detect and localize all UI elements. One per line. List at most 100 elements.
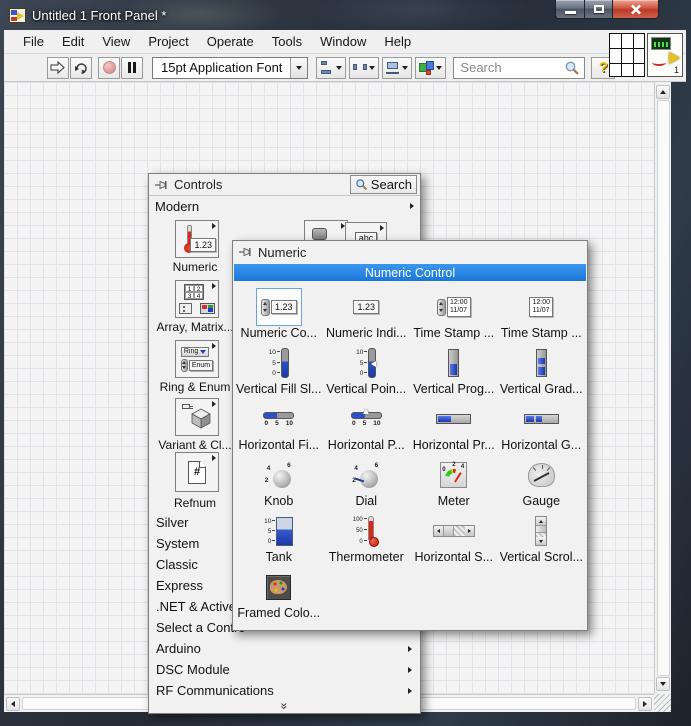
meter-icon: 024 (440, 462, 467, 488)
menu-window[interactable]: Window (311, 31, 375, 52)
palette-item-numeric-control[interactable]: 1.23 Numeric Co... (235, 286, 323, 342)
palette-item-vertical-pointer-slide[interactable]: 1050 Vertical Poin... (323, 342, 411, 398)
palette-item-dial[interactable]: 246 Dial (323, 454, 411, 510)
numeric-indicator-icon: 1.23 (353, 300, 379, 314)
palette-item-vertical-fill-slide[interactable]: 1050 Vertical Fill Sl... (235, 342, 323, 398)
maximize-button[interactable] (585, 0, 613, 19)
vertical-scrollbar[interactable] (654, 82, 671, 694)
distribute-objects-button[interactable] (349, 57, 379, 79)
palette-item-time-stamp-indicator[interactable]: 12:0011/07 Time Stamp ... (498, 286, 586, 342)
menu-tools[interactable]: Tools (263, 31, 311, 52)
align-objects-button[interactable] (316, 57, 346, 79)
category-modern[interactable]: Modern (149, 196, 420, 216)
horizontal-progress-bar-icon (436, 414, 471, 424)
align-objects-icon (320, 61, 334, 74)
resize-grip[interactable] (654, 694, 671, 712)
submenu-arrow-icon (408, 646, 412, 652)
palette-item-ring-enum-category[interactable]: Ring Enum (175, 340, 219, 378)
palette-item-knob[interactable]: 246 Knob (235, 454, 323, 510)
controls-palette-header[interactable]: Controls Search (149, 174, 420, 196)
search-input[interactable]: Search (453, 57, 585, 79)
framed-color-box-icon (266, 575, 291, 600)
menu-help[interactable]: Help (375, 31, 420, 52)
palette-item-thermometer[interactable]: 100500 Thermometer (323, 510, 411, 566)
vi-icon[interactable]: 1 (647, 33, 683, 77)
palette-item-numeric-category[interactable]: 1.23 (175, 220, 219, 258)
scroll-left-button[interactable] (6, 697, 20, 711)
palette-item-refnum-category[interactable]: # (175, 452, 219, 492)
palette-item-time-stamp-control[interactable]: 12:0011/07 Time Stamp ... (410, 286, 498, 342)
menu-project[interactable]: Project (139, 31, 197, 52)
pause-button[interactable] (121, 57, 143, 79)
run-button[interactable] (47, 57, 69, 79)
vertical-scrollbar-thumb[interactable] (657, 100, 670, 676)
menu-edit[interactable]: Edit (53, 31, 93, 52)
pause-icon (128, 62, 136, 73)
search-placeholder: Search (454, 60, 564, 75)
abort-button[interactable] (98, 57, 120, 79)
scroll-right-button[interactable] (638, 697, 652, 711)
palette-item-framed-color-box[interactable]: Framed Colo... (235, 566, 323, 622)
toolbar: 15pt Application Font Search (4, 54, 686, 82)
alignment-grid-icon[interactable] (609, 33, 645, 77)
numeric-palette-header[interactable]: Numeric (233, 241, 587, 263)
palette-item-variant-category[interactable] (175, 398, 219, 436)
numeric-category-icon: 1.23 (181, 225, 213, 253)
palette-item-meter[interactable]: 024 Meter (410, 454, 498, 510)
palette-item-vertical-scrollbar[interactable]: Vertical Scrol... (498, 510, 586, 566)
minimize-button[interactable] (555, 0, 585, 19)
palette-item-vertical-graduated-bar[interactable]: Vertical Grad... (498, 342, 586, 398)
thermometer-icon: 100500 (353, 516, 380, 546)
font-selector-dropdown[interactable] (290, 58, 307, 78)
vertical-fill-slide-icon: 1050 (269, 348, 289, 378)
horizontal-scrollbar-icon (433, 525, 475, 537)
menu-operate[interactable]: Operate (198, 31, 263, 52)
close-button[interactable] (613, 0, 659, 19)
palette-item-gauge[interactable]: Gauge (498, 454, 586, 510)
window-title: Untitled 1 Front Panel * (32, 8, 166, 23)
expand-more-button[interactable]: » (149, 698, 420, 712)
help-icon: ? (599, 59, 608, 76)
submenu-arrow-icon (408, 688, 412, 694)
palette-item-label: Array, Matrix... (151, 320, 239, 334)
menu-file[interactable]: File (14, 31, 53, 52)
knob-icon: 246 (263, 463, 295, 488)
palette-search-button[interactable]: Search (350, 175, 417, 194)
vi-icon-arrow (669, 52, 680, 64)
scroll-up-button[interactable] (656, 85, 670, 99)
palette-search-label: Search (371, 177, 412, 192)
palette-search-icon (355, 178, 368, 191)
palette-item-array-category[interactable]: 12 34 (175, 280, 219, 318)
title-bar[interactable]: Untitled 1 Front Panel * (0, 0, 691, 30)
numeric-control-icon: 1.23 (261, 299, 297, 316)
palette-item-label: Ring & Enum (151, 380, 239, 394)
palette-item-tank[interactable]: 1050 Tank (235, 510, 323, 566)
category-arduino[interactable]: Arduino (149, 638, 420, 659)
category-dsc-module[interactable]: DSC Module (149, 659, 420, 680)
refnum-icon: # (188, 461, 206, 484)
labview-window: Untitled 1 Front Panel * File Edit View … (0, 0, 691, 726)
menu-view[interactable]: View (93, 31, 139, 52)
palette-item-horizontal-fill-slide[interactable]: 0510 Horizontal Fi... (235, 398, 323, 454)
submenu-arrow-icon (212, 283, 216, 289)
resize-objects-button[interactable] (382, 57, 412, 79)
palette-item-horizontal-progress-bar[interactable]: Horizontal Pr... (410, 398, 498, 454)
palette-item-label: Refnum (151, 496, 239, 510)
abort-icon (103, 61, 116, 74)
time-stamp-indicator-icon: 12:0011/07 (529, 297, 553, 317)
horizontal-pointer-slide-icon: 0510 (351, 412, 382, 427)
submenu-arrow-icon (212, 223, 216, 229)
palette-item-horizontal-graduated-bar[interactable]: Horizontal G... (498, 398, 586, 454)
submenu-arrow-icon (380, 225, 384, 231)
reorder-button[interactable] (415, 57, 446, 79)
palette-item-numeric-indicator[interactable]: 1.23 Numeric Indi... (323, 286, 411, 342)
submenu-arrow-icon (212, 455, 216, 461)
run-continuously-button[interactable] (70, 57, 92, 79)
scroll-down-button[interactable] (656, 677, 670, 691)
palette-item-horizontal-pointer-slide[interactable]: 0510 Horizontal P... (323, 398, 411, 454)
font-selector[interactable]: 15pt Application Font (152, 57, 308, 79)
palette-item-vertical-progress-bar[interactable]: Vertical Prog... (410, 342, 498, 398)
palette-item-horizontal-scrollbar[interactable]: Horizontal S... (410, 510, 498, 566)
vi-icon-number: 1 (674, 65, 679, 75)
ring-enum-icon: Ring Enum (181, 347, 213, 372)
